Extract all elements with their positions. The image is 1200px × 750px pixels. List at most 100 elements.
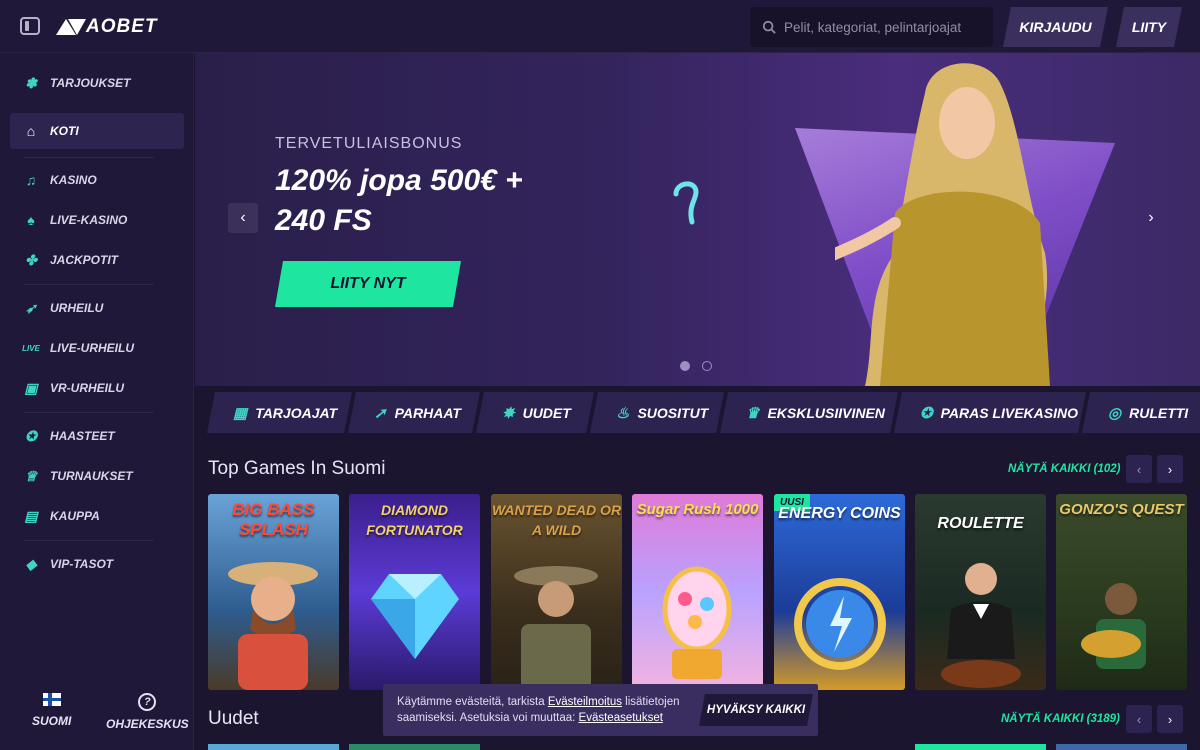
sidebar-item-tournaments[interactable]: ♕ TURNAUKSET: [10, 458, 184, 494]
chevron-left-icon: ‹: [1136, 711, 1142, 727]
dealer-artwork: [941, 563, 1021, 688]
category-best-live[interactable]: ✪ PARAS LIVEKASINO: [894, 392, 1086, 433]
sidebar-item-label: KAUPPA: [50, 509, 100, 523]
accept-all-cookies-button[interactable]: HYVÄKSY KAIKKI: [699, 694, 813, 726]
game-tile[interactable]: Sugar Rush 1000: [632, 494, 763, 690]
sidebar-item-live-casino[interactable]: ♠ LIVE-KASINO: [10, 202, 184, 238]
sidebar-item-shop[interactable]: ▤ KAUPPA: [10, 498, 184, 534]
sidebar-item-label: VR-URHEILU: [50, 381, 124, 395]
game-tile-partial[interactable]: [915, 744, 1046, 750]
hero-presenter-image: [835, 63, 1050, 386]
live-sports-icon: LIVE: [22, 343, 40, 353]
sidebar-item-live-sports[interactable]: LIVE LIVE-URHEILU: [10, 330, 184, 366]
sidebar-item-offers[interactable]: ✽ TARJOUKSET: [10, 65, 184, 101]
sidebar-item-jackpots[interactable]: ✤ JACKPOTIT: [10, 242, 184, 278]
category-label: RULETTI: [1129, 404, 1189, 421]
category-roulette[interactable]: ◎ RULETTI: [1082, 392, 1200, 433]
sidebar-item-label: TARJOUKSET: [50, 76, 131, 90]
sidebar-toggle-icon[interactable]: [20, 17, 40, 35]
category-best[interactable]: ➚ PARHAAT: [348, 392, 480, 433]
hero-join-button[interactable]: LIITY NYT: [275, 261, 461, 307]
jackpot-icon: ✤: [25, 251, 37, 268]
finland-flag-icon: [42, 693, 61, 706]
cookie-text: Käytämme evästeitä, tarkista Evästeilmoi…: [397, 694, 689, 726]
sidebar-item-label: VIP-TASOT: [50, 557, 114, 571]
logo[interactable]: AOBET: [56, 15, 158, 39]
sidebar-item-label: JACKPOTIT: [50, 253, 119, 267]
language-selector[interactable]: SUOMI: [32, 693, 71, 728]
game-title: ENERGY COINS: [778, 505, 901, 522]
game-tile[interactable]: GONZO'S QUEST: [1056, 494, 1187, 690]
category-label: TARJOAJAT: [255, 404, 338, 421]
game-tile[interactable]: DIAMOND FORTUNATOR: [349, 494, 480, 690]
sidebar-item-label: URHEILU: [50, 301, 104, 315]
help-label: OHJEKESKUS: [106, 717, 189, 731]
rocket-icon: ➚: [374, 404, 387, 422]
hero-dot-2[interactable]: [702, 361, 712, 371]
help-center-link[interactable]: ? OHJEKESKUS: [106, 693, 189, 731]
category-popular[interactable]: ♨ SUOSITUT: [590, 392, 724, 433]
chevron-left-icon: ‹: [240, 209, 246, 226]
see-all-new-link[interactable]: NÄYTÄ KAIKKI (3189): [1001, 713, 1120, 725]
category-new[interactable]: ✸ UUDET: [476, 392, 594, 433]
sidebar-item-challenges[interactable]: ✪ HAASTEET: [10, 418, 184, 454]
join-button[interactable]: LIITY: [1116, 7, 1182, 47]
gumball-machine-artwork: [662, 566, 732, 679]
sidebar-item-vr-sports[interactable]: ▣ VR-URHEILU: [10, 370, 184, 406]
search-input[interactable]: [784, 19, 984, 35]
hero-next-button[interactable]: ›: [1136, 203, 1166, 233]
hero-prev-button[interactable]: ‹: [228, 203, 258, 233]
game-tile[interactable]: UUSI ENERGY COINS: [774, 494, 905, 690]
category-label: PARHAAT: [394, 404, 461, 421]
logo-text: AOBET: [86, 16, 158, 37]
hero-subtitle: TERVETULIAISBONUS: [275, 135, 463, 152]
sidebar-item-vip[interactable]: ◆ VIP-TASOT: [10, 546, 184, 582]
shop-icon: ▤: [24, 507, 38, 524]
game-artwork: [514, 566, 598, 690]
chevron-left-icon: ‹: [1136, 461, 1142, 477]
sidebar-divider: [24, 540, 154, 541]
top-bar: AOBET KIRJAUDU LIITY: [0, 0, 1200, 53]
category-providers[interactable]: ▦ TARJOAJAT: [207, 392, 352, 433]
game-tile-partial[interactable]: [349, 744, 480, 750]
section-title-top-games: Top Games In Suomi: [208, 458, 386, 479]
category-label: UUDET: [522, 404, 571, 421]
sidebar-item-sports[interactable]: ➶ URHEILU: [10, 290, 184, 326]
chevron-right-icon: ›: [1148, 209, 1154, 226]
search-icon: [762, 20, 776, 34]
diamond-icon: ◆: [25, 555, 37, 572]
game-tile-partial[interactable]: [1056, 744, 1187, 750]
login-button[interactable]: KIRJAUDU: [1003, 7, 1108, 47]
sidebar-item-label: HAASTEET: [50, 429, 115, 443]
sidebar-item-label: KASINO: [50, 173, 97, 187]
game-title: DIAMOND FORTUNATOR: [366, 502, 463, 538]
chevron-right-icon: ›: [1167, 461, 1173, 477]
category-label: PARAS LIVEKASINO: [940, 404, 1079, 421]
see-all-top-games-link[interactable]: NÄYTÄ KAIKKI (102): [1008, 463, 1120, 475]
new-games-prev-button[interactable]: ‹: [1126, 705, 1152, 733]
star-icon: ✪: [920, 404, 933, 422]
sidebar-divider: [24, 157, 154, 158]
coin-artwork: [794, 578, 886, 670]
cookie-text-part: Käytämme evästeitä, tarkista: [397, 696, 548, 708]
top-games-next-button[interactable]: ›: [1157, 455, 1183, 483]
category-exclusive[interactable]: ♛ EKSKLUSIIVINEN: [720, 392, 898, 433]
game-tile[interactable]: WANTED DEAD OR A WILD: [491, 494, 622, 690]
sidebar-item-home[interactable]: ⌂ KOTI: [10, 113, 184, 149]
home-icon: ⌂: [26, 123, 36, 139]
new-games-next-button[interactable]: ›: [1157, 705, 1183, 733]
sidebar-divider: [24, 412, 154, 413]
game-tile[interactable]: ROULETTE: [915, 494, 1046, 690]
game-title: BIG BASS SPLASH: [232, 500, 315, 539]
game-tile[interactable]: BIG BASS SPLASH: [208, 494, 339, 690]
sidebar-item-label: TURNAUKSET: [50, 469, 133, 483]
language-label: SUOMI: [32, 714, 72, 728]
sidebar-item-casino[interactable]: ♫ KASINO: [10, 162, 184, 198]
cookie-settings-link[interactable]: Evästeasetukset: [579, 712, 663, 724]
vr-sports-icon: ▣: [24, 379, 38, 396]
cookie-policy-link[interactable]: Evästeilmoitus: [548, 696, 622, 708]
game-tile-partial[interactable]: [208, 744, 339, 750]
hero-dot-1[interactable]: [680, 361, 690, 371]
search-box[interactable]: [750, 7, 993, 47]
top-games-prev-button[interactable]: ‹: [1126, 455, 1152, 483]
